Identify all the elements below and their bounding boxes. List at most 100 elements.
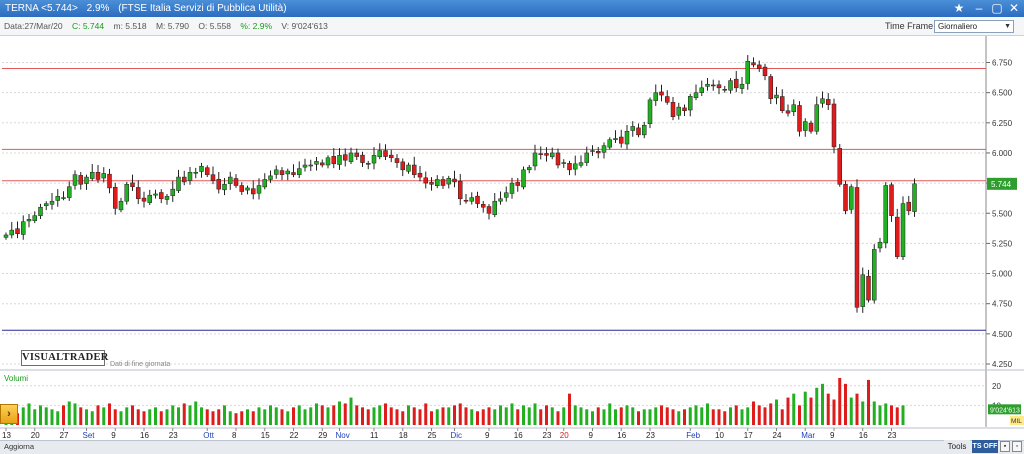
volume-bar bbox=[188, 405, 192, 425]
candle-body bbox=[417, 172, 423, 178]
title-bar: TERNA <5.744> 2.9% (FTSE Italia Servizi … bbox=[0, 0, 1024, 17]
candle-body bbox=[877, 241, 883, 249]
x-tick-label: 16 bbox=[617, 431, 626, 440]
x-tick-label: Dic bbox=[451, 431, 463, 440]
visualtrader-logo: VISUALTRADER bbox=[21, 350, 108, 366]
volume-bar bbox=[96, 405, 100, 425]
x-tick-label: 29 bbox=[318, 431, 327, 440]
volume-bar bbox=[585, 409, 589, 425]
x-tick-label: 17 bbox=[744, 431, 753, 440]
volume-bar bbox=[637, 411, 640, 425]
volume-bar bbox=[251, 411, 255, 425]
candle-body bbox=[164, 196, 170, 200]
volume-bar bbox=[901, 405, 905, 425]
candle-body bbox=[544, 153, 549, 156]
tools-button[interactable]: Tools bbox=[944, 440, 970, 453]
x-tick-label: 18 bbox=[399, 431, 408, 440]
x-tick-label: 11 bbox=[370, 431, 379, 440]
volume-bar bbox=[211, 411, 215, 425]
candle-body bbox=[130, 182, 135, 187]
x-tick-label: 9 bbox=[830, 431, 835, 440]
ts-off-button[interactable]: TS OFF bbox=[972, 440, 998, 453]
x-tick-label: 16 bbox=[859, 431, 868, 440]
candle-body bbox=[331, 156, 336, 165]
candle-body bbox=[785, 110, 791, 114]
volume-bar bbox=[516, 409, 520, 425]
volume-bar bbox=[648, 409, 652, 425]
x-tick-label: 15 bbox=[261, 431, 270, 440]
minimize-icon[interactable]: – bbox=[971, 0, 987, 17]
volume-bar bbox=[568, 393, 571, 425]
candle-body bbox=[302, 164, 308, 168]
candle-body bbox=[187, 171, 193, 181]
candle-body bbox=[389, 154, 394, 159]
volume-bar bbox=[453, 405, 456, 425]
candle-body bbox=[481, 204, 486, 208]
candle-body bbox=[504, 192, 509, 198]
volume-bar bbox=[246, 409, 249, 425]
candle-body bbox=[279, 170, 285, 175]
candle-body bbox=[182, 176, 187, 183]
candle-body bbox=[573, 163, 578, 170]
volume-bar bbox=[90, 411, 94, 425]
update-button[interactable]: › bbox=[0, 404, 18, 424]
info-percent: %: 2.9% bbox=[240, 21, 273, 31]
volume-bar bbox=[240, 411, 244, 425]
volume-bar bbox=[435, 409, 439, 425]
volume-bar bbox=[33, 409, 37, 425]
candle-body bbox=[728, 80, 733, 91]
volume-bar bbox=[533, 403, 537, 425]
x-tick-label: Mar bbox=[801, 431, 815, 440]
candle-body bbox=[354, 152, 359, 157]
panel-toggle-icon[interactable]: ▪ bbox=[1000, 441, 1010, 452]
status-bar: Aggiorna bbox=[0, 440, 1024, 454]
ohlc-info-bar: Data:27/Mar/20 C: 5.744 m: 5.518 M: 5.79… bbox=[0, 17, 1024, 36]
info-min: m: 5.518 bbox=[113, 21, 147, 31]
candle-body bbox=[555, 152, 561, 166]
candle-body bbox=[216, 178, 221, 190]
close-icon[interactable]: ✕ bbox=[1006, 0, 1022, 17]
volume-bar bbox=[591, 411, 594, 425]
candle-body bbox=[314, 161, 319, 165]
candle-body bbox=[176, 176, 181, 191]
y-tick-label: 6.000 bbox=[992, 149, 1013, 158]
volume-bar bbox=[665, 407, 669, 425]
candle-body bbox=[406, 164, 411, 172]
volume-bar bbox=[205, 409, 209, 425]
candle-body bbox=[630, 126, 635, 131]
candle-body bbox=[446, 178, 451, 185]
candle-body bbox=[256, 185, 262, 194]
price-chart[interactable]: 6.7506.5006.2506.0005.7505.5005.2505.000… bbox=[0, 36, 1024, 440]
volume-bar bbox=[556, 411, 560, 425]
candle-body bbox=[745, 61, 750, 84]
candle-body bbox=[159, 192, 164, 200]
volume-bar bbox=[711, 409, 715, 425]
chevron-down-icon: ▼ bbox=[1004, 23, 1011, 30]
candle-body bbox=[383, 150, 388, 157]
restore-icon[interactable]: ▢ bbox=[989, 0, 1005, 17]
volume-bar bbox=[315, 403, 318, 425]
candle-body bbox=[578, 162, 584, 166]
volume-bar bbox=[861, 401, 865, 425]
volume-bar bbox=[602, 409, 606, 425]
volume-bar bbox=[849, 397, 853, 425]
candle-body bbox=[866, 275, 871, 301]
candle-body bbox=[107, 173, 112, 189]
candle-body bbox=[84, 176, 89, 184]
last-price-label: 5.744 bbox=[991, 180, 1012, 189]
volume-bar bbox=[418, 409, 422, 425]
candle-body bbox=[596, 151, 601, 154]
time-frame-select[interactable]: Giornaliero ▼ bbox=[934, 20, 1014, 33]
volume-bar bbox=[872, 401, 876, 425]
candle-body bbox=[49, 200, 55, 205]
settings-icon[interactable]: ▫ bbox=[1012, 441, 1022, 452]
y-tick-label: 5.000 bbox=[992, 270, 1013, 279]
volume-bar bbox=[194, 401, 198, 425]
candle-body bbox=[814, 104, 819, 132]
x-tick-label: 23 bbox=[169, 431, 178, 440]
volume-bar bbox=[407, 405, 410, 425]
volume-bar bbox=[815, 387, 819, 425]
star-icon[interactable]: ★ bbox=[951, 0, 967, 17]
candle-body bbox=[193, 171, 198, 174]
volume-bar bbox=[717, 409, 721, 425]
